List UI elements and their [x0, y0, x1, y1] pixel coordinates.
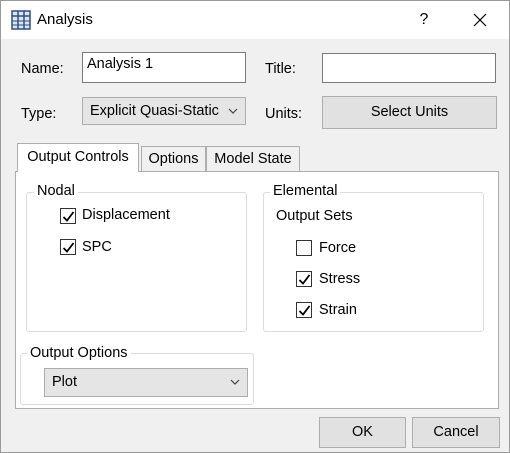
tab-output-controls[interactable]: Output Controls — [17, 143, 139, 172]
stress-label: Stress — [319, 271, 361, 287]
chevron-down-icon — [228, 108, 238, 114]
nodal-group-title: Nodal — [34, 183, 78, 199]
select-units-button[interactable]: Select Units — [322, 96, 497, 129]
force-checkbox[interactable] — [296, 240, 312, 256]
table-grid-icon — [11, 10, 31, 30]
chevron-down-icon — [230, 379, 240, 385]
title-bar: Analysis ? — [1, 1, 509, 39]
type-value: Explicit Quasi-Static — [90, 103, 219, 119]
output-sets-label: Output Sets — [276, 208, 353, 224]
tab-model-state[interactable]: Model State — [206, 146, 300, 171]
units-label: Units: — [265, 106, 303, 122]
help-button[interactable]: ? — [411, 8, 437, 32]
output-options-value: Plot — [52, 374, 77, 390]
tab-options[interactable]: Options — [141, 146, 206, 171]
type-label: Type: — [21, 106, 57, 122]
name-input[interactable]: Analysis 1 — [82, 52, 246, 83]
displacement-checkbox[interactable] — [60, 208, 76, 224]
strain-checkbox[interactable] — [296, 302, 312, 318]
output-options-dropdown[interactable]: Plot — [44, 368, 248, 397]
stress-checkbox[interactable] — [296, 271, 312, 287]
checkmark-icon — [62, 242, 75, 253]
type-dropdown[interactable]: Explicit Quasi-Static — [82, 97, 246, 125]
title-input[interactable] — [322, 53, 496, 83]
window-title: Analysis — [37, 11, 93, 28]
displacement-label: Displacement — [82, 207, 170, 223]
close-icon — [473, 13, 487, 27]
name-label: Name: — [21, 61, 64, 77]
cancel-button[interactable]: Cancel — [412, 417, 500, 448]
force-label: Force — [319, 240, 357, 256]
output-options-title: Output Options — [27, 345, 131, 361]
checkmark-icon — [62, 211, 75, 222]
title-label: Title: — [265, 61, 296, 77]
checkmark-icon — [298, 274, 311, 285]
checkmark-icon — [298, 305, 311, 316]
strain-label: Strain — [319, 302, 357, 318]
close-button[interactable] — [463, 8, 497, 32]
spc-label: SPC — [82, 239, 112, 255]
ok-button[interactable]: OK — [319, 417, 406, 448]
analysis-dialog: Analysis ? Name: Analysis 1 Title: Type:… — [0, 0, 510, 453]
spc-checkbox[interactable] — [60, 239, 76, 255]
elemental-group-title: Elemental — [270, 183, 341, 199]
output-controls-panel: Nodal Displacement SPC Elemental Output … — [15, 171, 499, 409]
